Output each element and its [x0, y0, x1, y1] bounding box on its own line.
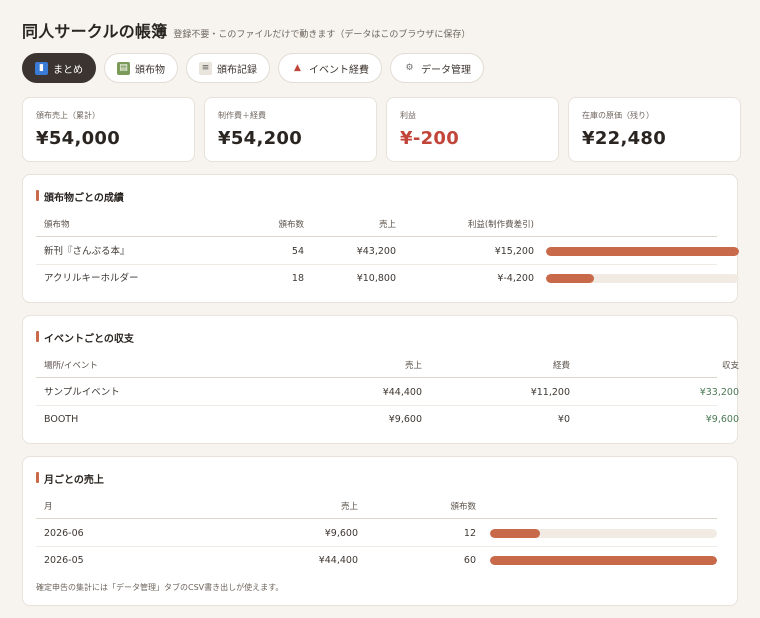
table-header: 月 売上 頒布数: [36, 495, 717, 519]
tab-data-management[interactable]: ⚙ データ管理: [390, 53, 484, 83]
tab-label: まとめ: [53, 64, 83, 76]
column-header: 売上: [378, 220, 396, 230]
stat-card-sales: 頒布売上（累計） ¥54,000: [22, 97, 195, 162]
month-label: 2026-06: [44, 528, 84, 539]
stat-label: 在庫の原価（残り）: [582, 111, 654, 120]
tab-items[interactable]: ▤ 頒布物: [104, 53, 178, 83]
card-title: イベントごとの収支: [36, 330, 134, 345]
column-header: 頒布物: [44, 220, 70, 230]
tab-summary[interactable]: ▮ まとめ: [22, 53, 96, 83]
event-balance: ¥33,200: [699, 387, 739, 398]
column-header: 月: [44, 502, 53, 512]
tab-label: イベント経費: [309, 64, 369, 76]
month-label: 2026-05: [44, 555, 84, 566]
card-title: 月ごとの売上: [36, 471, 104, 486]
stat-value: ¥-200: [400, 128, 460, 149]
items-performance-card: 頒布物ごとの成績 頒布物 頒布数 売上 利益(制作費差引) 新刊『さんぷる本』 …: [22, 174, 739, 303]
monthly-bar: [490, 529, 717, 538]
item-qty: 18: [291, 273, 304, 284]
item-sales: ¥10,800: [356, 273, 396, 284]
column-header: 売上: [404, 361, 422, 371]
stat-label: 頒布売上（累計）: [36, 111, 100, 120]
card-title: 頒布物ごとの成績: [36, 189, 124, 204]
stat-card-costs: 制作費＋経費 ¥54,200: [204, 97, 377, 162]
profit-bar-fill: [546, 247, 739, 256]
column-header: 頒布数: [278, 220, 304, 230]
summary-stats: 頒布売上（累計） ¥54,000 制作費＋経費 ¥54,200 利益 ¥-200…: [22, 97, 741, 162]
table-row: 2026-05 ¥44,400 60: [36, 547, 717, 574]
profit-bar: [546, 247, 739, 256]
table-header: 場所/イベント 売上 経費 収支: [36, 354, 739, 378]
month-sales: ¥9,600: [324, 528, 358, 539]
tent-icon: ▲: [294, 62, 301, 73]
profit-bar-fill: [546, 274, 595, 283]
item-qty: 54: [291, 246, 304, 257]
profit-bar: [546, 274, 739, 283]
table-row: 2026-06 ¥9,600 12: [36, 520, 717, 547]
table-header: 頒布物 頒布数 売上 利益(制作費差引): [36, 213, 717, 237]
item-name: アクリルキーホルダー: [44, 273, 139, 284]
column-header: 頒布数: [450, 502, 476, 512]
tab-label: 頒布物: [135, 64, 165, 76]
month-qty: 60: [463, 555, 476, 566]
column-header: 経費: [552, 361, 570, 371]
footnote: 確定申告の集計には「データ管理」タブのCSV書き出しが使えます。: [36, 583, 284, 592]
stat-card-inventory: 在庫の原価（残り） ¥22,480: [568, 97, 741, 162]
monthly-bar-fill: [490, 529, 540, 538]
table-row: アクリルキーホルダー 18 ¥10,800 ¥-4,200: [36, 265, 739, 292]
month-qty: 12: [463, 528, 476, 539]
page-title: 同人サークルの帳簿: [22, 22, 168, 41]
event-balance: ¥9,600: [705, 414, 739, 425]
item-name: 新刊『さんぷる本』: [44, 246, 130, 257]
item-sales: ¥43,200: [356, 246, 396, 257]
table-row: 新刊『さんぷる本』 54 ¥43,200 ¥15,200: [36, 238, 739, 265]
column-header: 場所/イベント: [44, 361, 98, 371]
event-expense: ¥0: [557, 414, 570, 425]
tab-event-expenses[interactable]: ▲ イベント経費: [278, 53, 382, 83]
column-header: 収支: [721, 361, 739, 371]
column-header: 売上: [340, 502, 358, 512]
chart-icon: ▮: [35, 61, 48, 75]
stat-label: 利益: [400, 111, 416, 120]
stat-value: ¥54,200: [218, 128, 303, 149]
monthly-sales-card: 月ごとの売上 月 売上 頒布数 2026-06 ¥9,600 12 2026-0…: [22, 456, 738, 606]
event-place: サンプルイベント: [44, 387, 120, 398]
books-icon: ▤: [117, 61, 130, 75]
tab-records[interactable]: ≡ 頒布記録: [186, 53, 270, 83]
gear-icon: ⚙: [405, 62, 414, 73]
table-row: BOOTH ¥9,600 ¥0 ¥9,600: [36, 406, 739, 433]
tab-label: 頒布記録: [217, 64, 257, 76]
event-sales: ¥44,400: [382, 387, 422, 398]
events-balance-card: イベントごとの収支 場所/イベント 売上 経費 収支 サンプルイベント ¥44,…: [22, 315, 739, 444]
ledger-icon: ≡: [199, 61, 212, 75]
stat-value: ¥22,480: [582, 128, 667, 149]
stat-label: 制作費＋経費: [218, 111, 266, 120]
column-header: 利益(制作費差引): [467, 220, 534, 230]
page-header: 同人サークルの帳簿 登録不要・このファイルだけで動きます（データはこのブラウザに…: [22, 18, 470, 42]
item-profit: ¥15,200: [494, 246, 534, 257]
table-row: サンプルイベント ¥44,400 ¥11,200 ¥33,200: [36, 379, 739, 406]
event-sales: ¥9,600: [388, 414, 422, 425]
event-expense: ¥11,200: [530, 387, 570, 398]
event-place: BOOTH: [44, 414, 79, 425]
tab-bar: ▮ まとめ ▤ 頒布物 ≡ 頒布記録 ▲ イベント経費 ⚙ データ管理: [22, 53, 484, 83]
stat-card-profit: 利益 ¥-200: [386, 97, 559, 162]
item-profit: ¥-4,200: [497, 273, 534, 284]
tab-label: データ管理: [421, 64, 471, 76]
stat-value: ¥54,000: [36, 128, 121, 149]
monthly-bar: [490, 556, 717, 565]
monthly-bar-fill: [490, 556, 717, 565]
page-subtitle: 登録不要・このファイルだけで動きます（データはこのブラウザに保存）: [173, 30, 471, 40]
month-sales: ¥44,400: [318, 555, 358, 566]
